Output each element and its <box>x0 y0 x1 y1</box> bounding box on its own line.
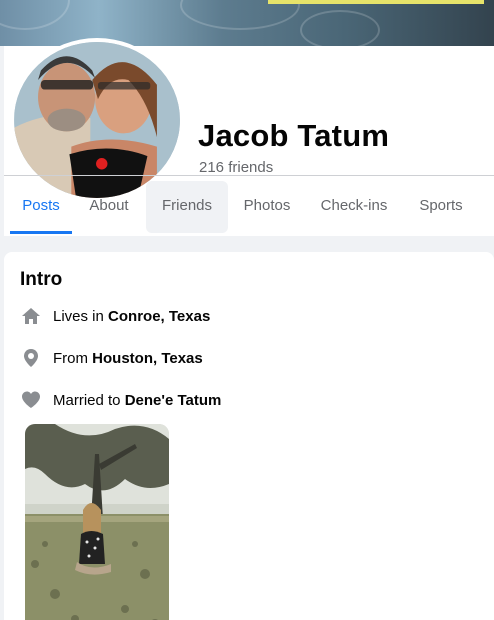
tab-about[interactable]: About <box>78 181 140 233</box>
tab-friends[interactable]: Friends <box>146 181 228 233</box>
relationship-text: Married to Dene'e Tatum <box>53 391 222 409</box>
lives-in-text: Lives in Conroe, Texas <box>53 307 211 325</box>
tab-posts[interactable]: Posts <box>10 181 72 234</box>
home-icon <box>20 305 42 327</box>
profile-name: Jacob Tatum <box>198 118 390 153</box>
from-link[interactable]: Houston, Texas <box>92 350 203 367</box>
relationship-row: Married to Dene'e Tatum <box>20 388 221 412</box>
cover-photo[interactable] <box>0 0 494 46</box>
spouse-link[interactable]: Dene'e Tatum <box>125 392 222 409</box>
from-text: From Houston, Texas <box>53 349 203 367</box>
lives-in-row: Lives in Conroe, Texas <box>20 304 210 328</box>
profile-avatar[interactable] <box>10 38 184 202</box>
cover-highlight-strip <box>268 0 484 4</box>
heart-icon <box>20 389 42 411</box>
header-divider <box>4 175 494 176</box>
tab-sports[interactable]: Sports <box>408 181 474 233</box>
location-pin-icon <box>20 347 42 369</box>
featured-photo[interactable] <box>25 424 169 620</box>
friends-count[interactable]: 216 friends <box>199 159 273 176</box>
profile-tabs: Posts About Friends Photos Check-ins Spo… <box>4 181 494 234</box>
from-row: From Houston, Texas <box>20 346 203 370</box>
tab-check-ins[interactable]: Check-ins <box>310 181 398 233</box>
intro-card: Intro Lives in Conroe, Texas From Housto… <box>4 252 494 620</box>
tab-photos[interactable]: Photos <box>234 181 300 233</box>
intro-title: Intro <box>20 269 63 290</box>
lives-in-link[interactable]: Conroe, Texas <box>108 308 210 325</box>
